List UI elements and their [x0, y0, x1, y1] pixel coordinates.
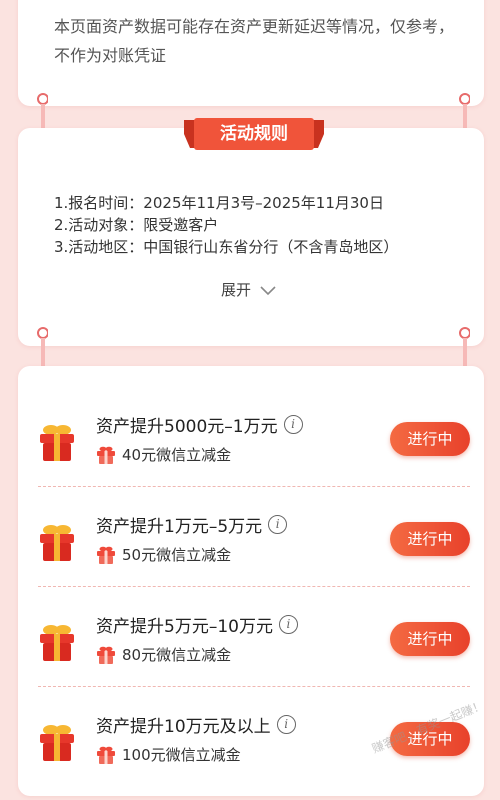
rope-decoration: [37, 93, 48, 132]
rope-decoration: [37, 327, 48, 366]
gift-box-icon: [40, 625, 74, 661]
rules-title-ribbon: 活动规则: [184, 118, 324, 152]
activity-row: 资产提升1万元–5万元 i 50元微信立减金 进行中: [0, 500, 500, 600]
expand-label: 展开: [221, 281, 252, 299]
gift-small-icon: [97, 546, 115, 564]
activity-reward: 80元微信立减金: [96, 644, 231, 665]
activity-title: 资产提升1万元–5万元 i: [96, 512, 288, 537]
status-button[interactable]: 进行中: [390, 522, 470, 556]
expand-button[interactable]: 展开: [221, 279, 277, 300]
gift-small-icon: [97, 646, 115, 664]
gift-box-icon: [40, 725, 74, 761]
activity-title: 资产提升5万元–10万元 i: [96, 612, 298, 637]
status-button[interactable]: 进行中: [390, 422, 470, 456]
divider: [38, 686, 470, 687]
activity-row: 资产提升5000元–1万元 i 40元微信立减金 进行中: [0, 400, 500, 500]
rule-item: 1.报名时间：2025年11月3号–2025年11月30日: [54, 194, 384, 212]
info-icon[interactable]: i: [283, 415, 303, 434]
activity-row: 资产提升5万元–10万元 i 80元微信立减金 进行中: [0, 600, 500, 700]
gift-box-icon: [40, 525, 74, 561]
rule-item: 2.活动对象：限受邀客户: [54, 216, 219, 234]
rope-decoration: [459, 327, 470, 366]
activity-reward: 50元微信立减金: [96, 544, 231, 565]
rope-decoration: [459, 93, 470, 132]
info-icon[interactable]: i: [278, 615, 298, 634]
gift-box-icon: [40, 425, 74, 461]
notice-text: 本页面资产数据可能存在资产更新延迟等情况，仅参考，不作为对账凭证: [54, 17, 455, 65]
notice-card: 本页面资产数据可能存在资产更新延迟等情况，仅参考，不作为对账凭证: [18, 0, 484, 106]
info-icon[interactable]: i: [276, 715, 296, 734]
activity-reward: 40元微信立减金: [96, 444, 231, 465]
rules-title: 活动规则: [220, 124, 288, 144]
divider: [38, 486, 470, 487]
info-icon[interactable]: i: [268, 515, 288, 534]
divider: [38, 586, 470, 587]
activity-reward: 100元微信立减金: [96, 744, 241, 765]
chevron-down-icon: [260, 285, 276, 295]
activity-row: 资产提升10万元及以上 i 100元微信立减金 进行中: [0, 700, 500, 800]
rules-list: 1.报名时间：2025年11月3号–2025年11月30日 2.活动对象：限受邀…: [54, 192, 398, 258]
rule-item: 3.活动地区：中国银行山东省分行（不含青岛地区）: [54, 238, 399, 256]
status-button[interactable]: 进行中: [390, 622, 470, 656]
gift-small-icon: [97, 446, 115, 464]
gift-small-icon: [97, 746, 115, 764]
activity-title: 资产提升10万元及以上 i: [96, 712, 296, 737]
activity-title: 资产提升5000元–1万元 i: [96, 412, 303, 437]
